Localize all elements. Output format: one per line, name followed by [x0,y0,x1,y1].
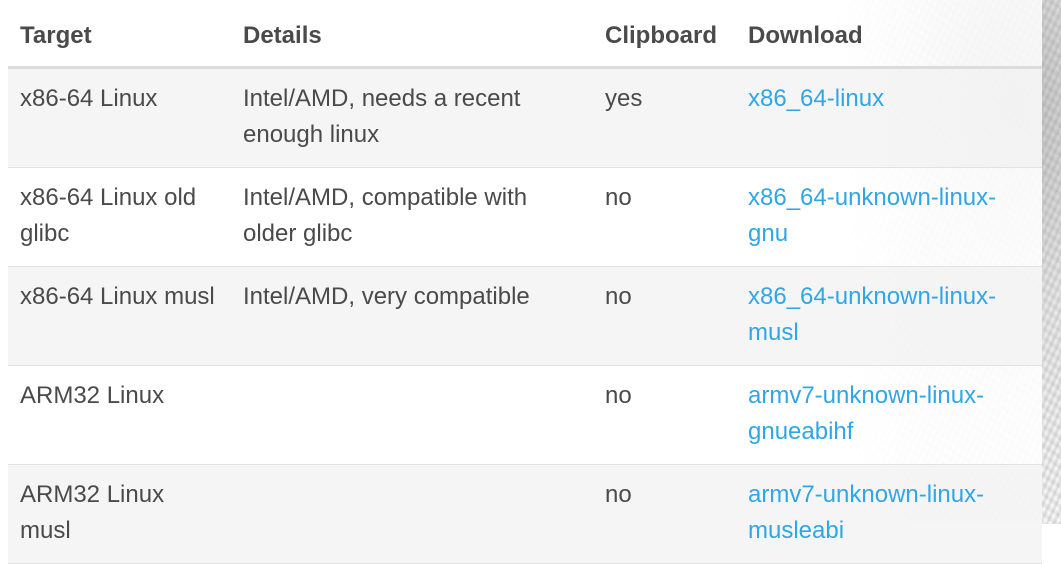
header-target: Target [8,0,231,69]
cell-target: x86-64 Linux old glibc [8,167,231,267]
downloads-table: Target Details Clipboard Download x86-64… [8,0,1042,564]
table-row: ARM32 Linux musl no armv7-unknown-linux-… [8,464,1042,564]
table-row: ARM32 Linux no armv7-unknown-linux-gnuea… [8,365,1042,465]
cell-details [231,365,593,465]
cell-clipboard: no [593,266,736,366]
cell-clipboard: no [593,365,736,465]
cell-download: x86_64-unknown-linux-musl [736,266,1042,366]
cell-clipboard: no [593,464,736,564]
table-row: x86-64 Linux Intel/AMD, needs a recent e… [8,67,1042,168]
header-details: Details [231,0,593,69]
download-link[interactable]: armv7-unknown-linux-musleabi [748,481,984,544]
table-header-row: Target Details Clipboard Download [8,0,1042,69]
download-link[interactable]: armv7-unknown-linux-gnueabihf [748,382,984,445]
cell-download: armv7-unknown-linux-gnueabihf [736,365,1042,465]
table-row: x86-64 Linux musl Intel/AMD, very compat… [8,266,1042,366]
cell-target: x86-64 Linux musl [8,266,231,366]
cell-details: Intel/AMD, needs a recent enough linux [231,67,593,168]
cell-target: ARM32 Linux musl [8,464,231,564]
download-link[interactable]: x86_64-linux [748,85,884,112]
download-link[interactable]: x86_64-unknown-linux-musl [748,283,996,346]
cell-download: x86_64-unknown-linux-gnu [736,167,1042,267]
table-row: x86-64 Linux old glibc Intel/AMD, compat… [8,167,1042,267]
cell-details: Intel/AMD, compatible with older glibc [231,167,593,267]
cell-clipboard: no [593,167,736,267]
cell-download: armv7-unknown-linux-musleabi [736,464,1042,564]
cell-download: x86_64-linux [736,67,1042,168]
cell-target: x86-64 Linux [8,67,231,168]
cell-details [231,464,593,564]
cell-details: Intel/AMD, very compatible [231,266,593,366]
header-clipboard: Clipboard [593,0,736,69]
header-download: Download [736,0,1042,69]
cell-target: ARM32 Linux [8,365,231,465]
cell-clipboard: yes [593,67,736,168]
download-link[interactable]: x86_64-unknown-linux-gnu [748,184,996,247]
